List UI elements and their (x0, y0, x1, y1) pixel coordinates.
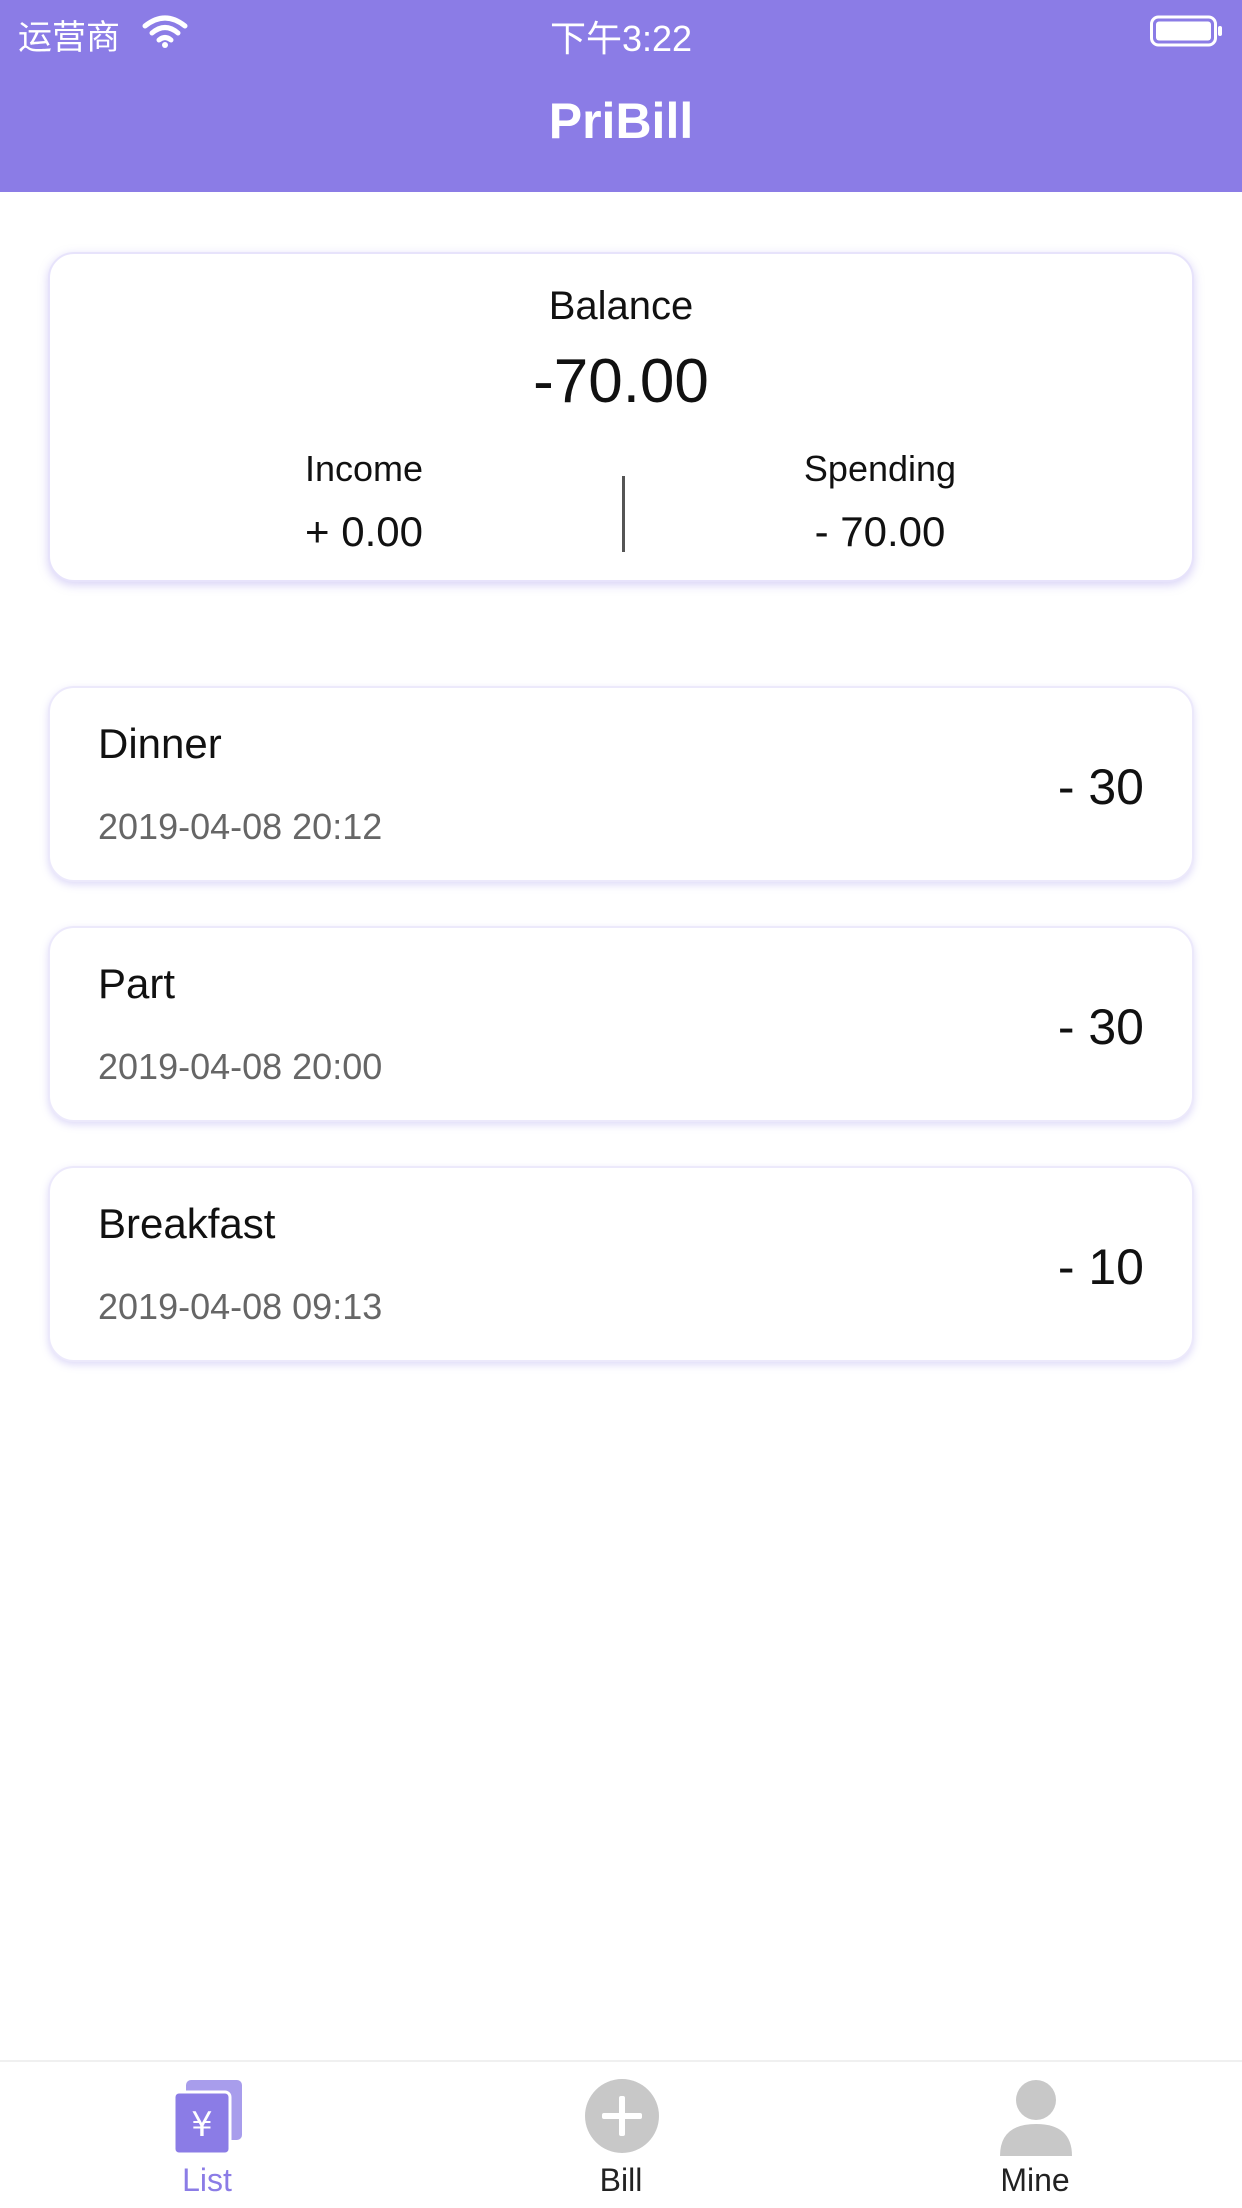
app-header: 运营商 下午3:22 PriBill (0, 0, 1242, 192)
bill-name: Dinner (98, 720, 222, 767)
bill-item-dinner[interactable]: Dinner 2019-04-08 20:12 - 30 (48, 686, 1194, 882)
status-bar: 运营商 下午3:22 (0, 0, 1242, 62)
bill-item-part[interactable]: Part 2019-04-08 20:00 - 30 (48, 926, 1194, 1122)
summary-divider (622, 476, 625, 552)
balance-label: Balance (548, 284, 694, 328)
bill-item-breakfast[interactable]: Breakfast 2019-04-08 09:13 - 10 (48, 1166, 1194, 1362)
tab-bar: ¥ List Bill Mine (0, 2060, 1242, 2208)
svg-text:¥: ¥ (191, 2105, 213, 2145)
balance-value: -70.00 (533, 347, 709, 416)
bill-name: Part (98, 960, 176, 1007)
bill-time: 2019-04-08 09:13 (98, 1286, 383, 1327)
spending-label: Spending (803, 448, 957, 489)
person-icon (1000, 2080, 1072, 2156)
status-time: 下午3:22 (549, 18, 693, 59)
bill-name: Breakfast (98, 1200, 276, 1247)
tab-list[interactable]: ¥ List (0, 2062, 414, 2208)
spending-value: - 70.00 (814, 508, 946, 555)
yuan-list-icon: ¥ (172, 2080, 242, 2156)
income-label: Income (304, 448, 424, 489)
battery-icon (1150, 15, 1222, 47)
tab-mine[interactable]: Mine (828, 2062, 1242, 2208)
plus-circle-icon (585, 2079, 659, 2153)
tab-bill[interactable]: Bill (414, 2062, 828, 2208)
bill-amount: - 30 (1057, 759, 1144, 815)
bill-amount: - 30 (1057, 999, 1144, 1055)
tab-label: Bill (599, 2162, 643, 2198)
income-value: + 0.00 (305, 508, 423, 555)
tab-label: Mine (1000, 2162, 1070, 2198)
income-summary: Income + 0.00 (154, 448, 574, 556)
tab-label: List (182, 2162, 232, 2198)
balance-summary-card: Balance -70.00 Income + 0.00 Spending - … (48, 252, 1194, 582)
bill-time: 2019-04-08 20:00 (98, 1046, 383, 1087)
bill-amount: - 10 (1057, 1239, 1144, 1295)
bill-time: 2019-04-08 20:12 (98, 806, 383, 847)
spending-summary: Spending - 70.00 (670, 448, 1090, 556)
page-title: PriBill (548, 93, 694, 149)
